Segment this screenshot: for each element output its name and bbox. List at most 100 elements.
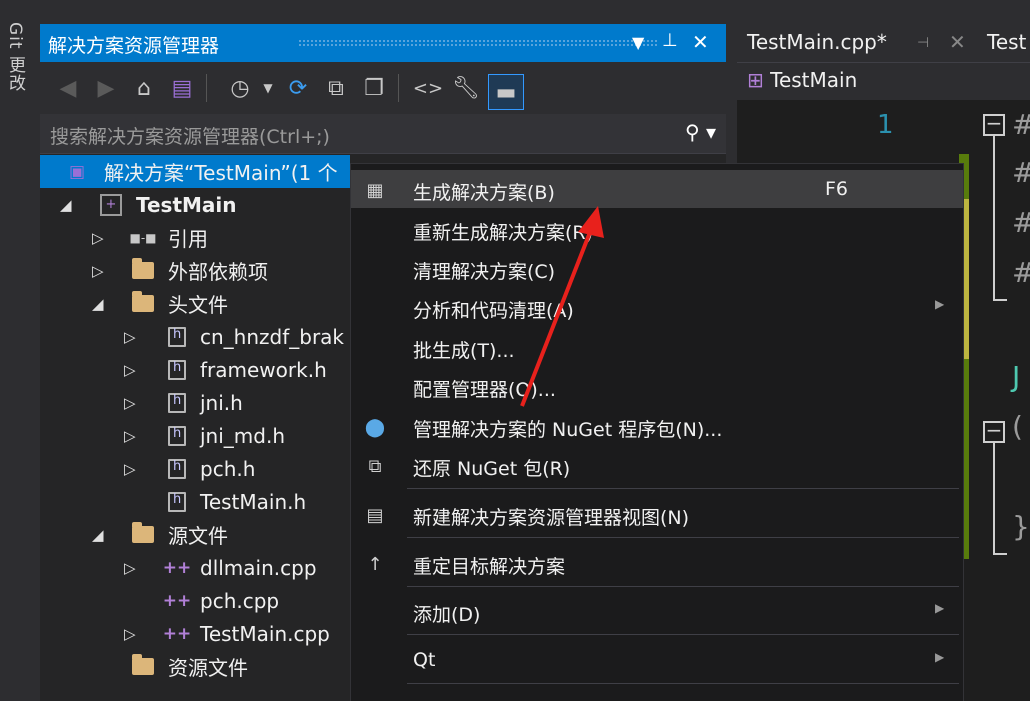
cpp-project-icon: ⊞: [747, 68, 771, 92]
collapse-arrow-icon[interactable]: ◢: [92, 295, 108, 313]
tree-item-header-folder[interactable]: ◢ 头文件: [40, 287, 350, 320]
menu-item-build-solution[interactable]: ▦ 生成解决方案(B) F6: [351, 170, 963, 208]
solution-explorer-title: 解决方案资源管理器: [48, 35, 220, 57]
search-icon[interactable]: ⚲ ▾: [685, 120, 716, 144]
folder-icon: [132, 654, 154, 678]
git-changes-strip[interactable]: Git 更改: [0, 0, 30, 701]
expand-arrow-icon[interactable]: ▷: [92, 229, 108, 247]
expand-arrow-icon[interactable]: ▷: [124, 559, 140, 577]
header-file-icon: [166, 326, 188, 348]
menu-item-config-manager[interactable]: 配置管理器(O)...: [351, 367, 963, 405]
nuget-icon: ⬤: [364, 416, 386, 438]
show-all-files-icon[interactable]: ❐: [358, 72, 390, 104]
menu-item-label: 重定目标解决方案: [413, 556, 566, 578]
new-view-icon: ▤: [366, 504, 384, 526]
expand-arrow-icon[interactable]: ▷: [92, 262, 108, 280]
back-icon[interactable]: ◀: [52, 72, 84, 104]
menu-separator: [407, 586, 959, 587]
folder-icon: [132, 291, 154, 315]
file-label: jni.h: [200, 390, 243, 415]
expand-arrow-icon[interactable]: ▷: [124, 625, 140, 643]
tab-test[interactable]: Test: [987, 30, 1026, 54]
sync-icon[interactable]: ⟳: [282, 72, 314, 104]
menu-item-retarget[interactable]: ↑ 重定目标解决方案: [351, 544, 963, 582]
tree-item-source-file[interactable]: ▷ ++ TestMain.cpp: [40, 617, 350, 650]
tree-item-source-file[interactable]: ▷ ++ dllmain.cpp: [40, 551, 350, 584]
menu-item-restore-nuget[interactable]: ⧉ 还原 NuGet 包(R): [351, 446, 963, 484]
file-label: cn_hnzdf_brak: [200, 324, 345, 349]
menu-item-label: 清理解决方案(C): [413, 261, 556, 283]
editor-nav-bar[interactable]: ⊞ TestMain: [737, 62, 1030, 100]
code-fragment: }: [1012, 510, 1030, 543]
code-fragment: #: [1012, 256, 1030, 289]
tree-item-header-file[interactable]: TestMain.h: [40, 485, 350, 518]
outline-line: [993, 443, 995, 555]
tree-item-references[interactable]: ▷ ■-■ 引用: [40, 221, 350, 254]
menu-item-clean-solution[interactable]: 清理解决方案(C): [351, 249, 963, 287]
toolbar-separator: [206, 74, 207, 102]
git-changes-label[interactable]: Git 更改: [3, 22, 28, 92]
tree-item-header-file[interactable]: ▷ jni.h: [40, 386, 350, 419]
cpp-file-icon: ++: [162, 590, 192, 611]
tree-item-header-file[interactable]: ▷ jni_md.h: [40, 419, 350, 452]
expand-arrow-icon[interactable]: ▷: [124, 427, 140, 445]
code-fragment: #: [1012, 156, 1030, 189]
properties-wrench-icon[interactable]: 🔧︎: [450, 72, 482, 104]
tab-close-icon[interactable]: ✕: [949, 30, 966, 54]
tree-item-source-file[interactable]: ++ pch.cpp: [40, 584, 350, 617]
tree-item-project[interactable]: ◢ + TestMain: [40, 188, 350, 221]
header-file-icon: [166, 491, 188, 513]
nav-scope[interactable]: ⊞ TestMain: [747, 68, 857, 92]
project-label: TestMain: [136, 192, 237, 217]
forward-icon[interactable]: ▶: [90, 72, 122, 104]
outline-collapse-icon[interactable]: −: [983, 113, 1005, 136]
menu-item-label: 批生成(T)...: [413, 340, 515, 362]
tree-item-resource-folder[interactable]: 资源文件: [40, 650, 350, 683]
expand-arrow-icon[interactable]: ▷: [124, 394, 140, 412]
menu-item-label: 管理解决方案的 NuGet 程序包(N)...: [413, 419, 723, 441]
tree-item-solution[interactable]: ▣ 解决方案“TestMain”(1 个: [40, 155, 350, 188]
search-input[interactable]: 搜索解决方案资源管理器(Ctrl+;): [50, 122, 330, 149]
references-label: 引用: [168, 227, 208, 251]
outline-collapse-icon[interactable]: −: [983, 420, 1005, 443]
collapse-arrow-icon[interactable]: ◢: [92, 526, 108, 544]
tree-item-header-file[interactable]: ▷ cn_hnzdf_brak: [40, 320, 350, 353]
code-fragment: (: [1012, 410, 1023, 443]
menu-item-label: 生成解决方案(B): [413, 182, 555, 204]
menu-item-rebuild-solution[interactable]: 重新生成解决方案(R): [351, 210, 963, 248]
view-code-icon[interactable]: <>: [412, 72, 444, 104]
pin-icon[interactable]: ⊥: [662, 30, 678, 51]
home-icon[interactable]: ⌂: [128, 72, 160, 104]
collapse-all-icon[interactable]: ⧉: [320, 72, 352, 104]
switch-views-icon[interactable]: ▤: [166, 72, 198, 104]
expand-arrow-icon[interactable]: ▷: [124, 328, 140, 346]
menu-item-add[interactable]: 添加(D) ▶: [351, 592, 963, 630]
tree-item-header-file[interactable]: ▷ pch.h: [40, 452, 350, 485]
submenu-arrow-icon: ▶: [935, 650, 945, 664]
solution-explorer-search[interactable]: 搜索解决方案资源管理器(Ctrl+;) ⚲ ▾: [40, 114, 726, 154]
tree-item-source-folder[interactable]: ◢ 源文件: [40, 518, 350, 551]
filter-dropdown-icon[interactable]: ▼: [252, 72, 284, 104]
tree-item-header-file[interactable]: ▷ framework.h: [40, 353, 350, 386]
header-folder-label: 头文件: [168, 293, 228, 317]
menu-item-analyze[interactable]: 分析和代码清理(A) ▶: [351, 288, 963, 326]
close-icon[interactable]: ✕: [692, 30, 709, 54]
menu-item-label: 重新生成解决方案(R): [413, 222, 594, 244]
tab-testmain-cpp[interactable]: TestMain.cpp*: [747, 30, 887, 54]
toolbar-separator: [398, 74, 399, 102]
expand-arrow-icon[interactable]: ▷: [124, 361, 140, 379]
outline-line: [993, 553, 1007, 555]
menu-item-qt[interactable]: Qt ▶: [351, 641, 963, 679]
external-deps-label: 外部依赖项: [168, 260, 268, 284]
tab-pin-icon[interactable]: ⊣: [917, 35, 929, 51]
cpp-file-icon: ++: [162, 623, 192, 644]
preview-selected-icon[interactable]: ▬: [488, 74, 524, 110]
dropdown-icon[interactable]: ▼: [632, 33, 644, 52]
tree-item-external-deps[interactable]: ▷ 外部依赖项: [40, 254, 350, 287]
collapse-arrow-icon[interactable]: ◢: [60, 196, 76, 214]
menu-item-new-view[interactable]: ▤ 新建解决方案资源管理器视图(N): [351, 495, 963, 533]
expand-arrow-icon[interactable]: ▷: [124, 460, 140, 478]
menu-item-batch-build[interactable]: 批生成(T)...: [351, 328, 963, 366]
menu-item-manage-nuget[interactable]: ⬤ 管理解决方案的 NuGet 程序包(N)...: [351, 407, 963, 445]
menu-item-shortcut: F6: [825, 178, 849, 200]
